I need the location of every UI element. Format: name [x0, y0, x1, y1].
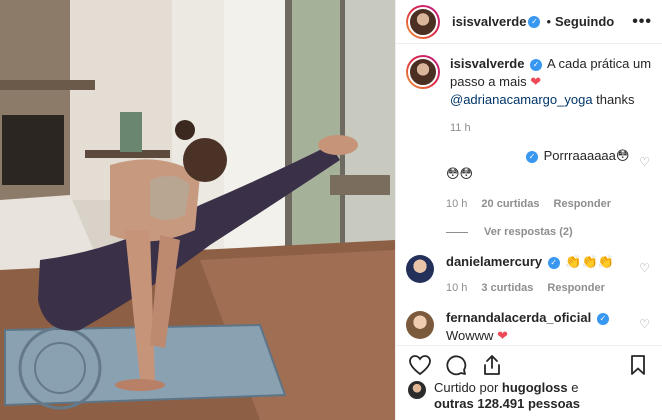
comment-likes-count[interactable]: 20 curtidas — [481, 195, 539, 213]
post-header: isisvalverde ✓ • Seguindo ••• — [396, 0, 662, 44]
liked-by-summary: Curtido por hugogloss e outras 128.491 p… — [408, 380, 654, 412]
comment-text: Porrraaaaaa😳 — [543, 148, 630, 163]
author-username[interactable]: isisvalverde — [452, 14, 526, 29]
post-sidebar: isisvalverde ✓ • Seguindo ••• isisvalver… — [395, 0, 662, 420]
like-heart-icon[interactable] — [408, 353, 432, 377]
commenter-avatar[interactable] — [406, 149, 434, 177]
following-button[interactable]: Seguindo — [555, 14, 614, 29]
comment-bubble-icon[interactable] — [444, 353, 468, 377]
view-replies-button[interactable]: Ver respostas (2) — [446, 223, 634, 241]
comment-row: ✓ Porrraaaaaa😳 😳😳 10 h 20 curtidas Respo… — [406, 147, 652, 241]
yoga-photo-illustration — [0, 0, 395, 420]
heart-emoji: ❤ — [530, 74, 542, 89]
comment-row: danielamercury ✓ 👏👏👏 10 h 3 curtidas Res… — [406, 253, 652, 297]
post-photo[interactable] — [0, 0, 395, 420]
comment-row: fernandalacerda_oficial ✓ Wowww ❤ ♡ — [406, 309, 652, 345]
liker-username[interactable]: hugogloss — [502, 380, 568, 395]
likes-count-link[interactable]: outras 128.491 pessoas — [434, 396, 580, 411]
comment-likes-count[interactable]: 3 curtidas — [481, 279, 533, 297]
author-avatar[interactable] — [406, 4, 440, 39]
comment-time[interactable]: 10 h — [446, 279, 467, 297]
separator-dot: • — [546, 14, 552, 29]
replies-divider — [446, 231, 468, 233]
commenter-avatar[interactable] — [406, 311, 434, 339]
liker-avatar[interactable] — [408, 381, 426, 399]
caption-avatar[interactable] — [406, 55, 440, 89]
verified-icon: ✓ — [530, 58, 543, 71]
caption-username[interactable]: isisvalverde — [450, 56, 524, 71]
view-replies-label: Ver respostas (2) — [484, 226, 573, 238]
comment-like-icon[interactable]: ♡ — [639, 155, 650, 169]
comment-text: 👏👏👏 — [565, 254, 614, 269]
liked-by-middle: e — [567, 380, 579, 395]
verified-icon: ✓ — [547, 256, 560, 269]
heart-emoji: ❤ — [497, 328, 508, 343]
commenter-username[interactable]: fernandalacerda_oficial — [446, 310, 591, 325]
post-actions-bar — [396, 345, 662, 383]
reply-button[interactable]: Responder — [547, 279, 604, 297]
verified-icon: ✓ — [526, 150, 538, 163]
commenter-username[interactable]: danielamercury — [446, 254, 542, 269]
comment-text-line2: 😳😳 — [446, 166, 474, 181]
comments-list[interactable]: isisvalverde ✓ A cada prática um passo a… — [396, 55, 662, 345]
comment-like-icon[interactable]: ♡ — [639, 317, 650, 331]
bookmark-icon[interactable] — [626, 353, 650, 377]
reply-button[interactable]: Responder — [554, 195, 611, 213]
liked-by-prefix: Curtido por — [434, 380, 502, 395]
share-icon[interactable] — [480, 353, 504, 377]
comment-text: Wowww — [446, 328, 494, 343]
comment-like-icon[interactable]: ♡ — [639, 261, 650, 275]
comment-time[interactable]: 10 h — [446, 195, 467, 213]
more-options-icon[interactable]: ••• — [632, 13, 652, 31]
commenter-avatar[interactable] — [406, 255, 434, 283]
caption-time[interactable]: 11 h — [450, 119, 471, 137]
caption-row: isisvalverde ✓ A cada prática um passo a… — [406, 55, 652, 137]
verified-icon: ✓ — [528, 15, 541, 28]
caption-mention-link[interactable]: @adrianacamargo_yoga — [450, 92, 593, 107]
verified-icon: ✓ — [596, 312, 609, 325]
caption-suffix: thanks — [592, 92, 635, 107]
